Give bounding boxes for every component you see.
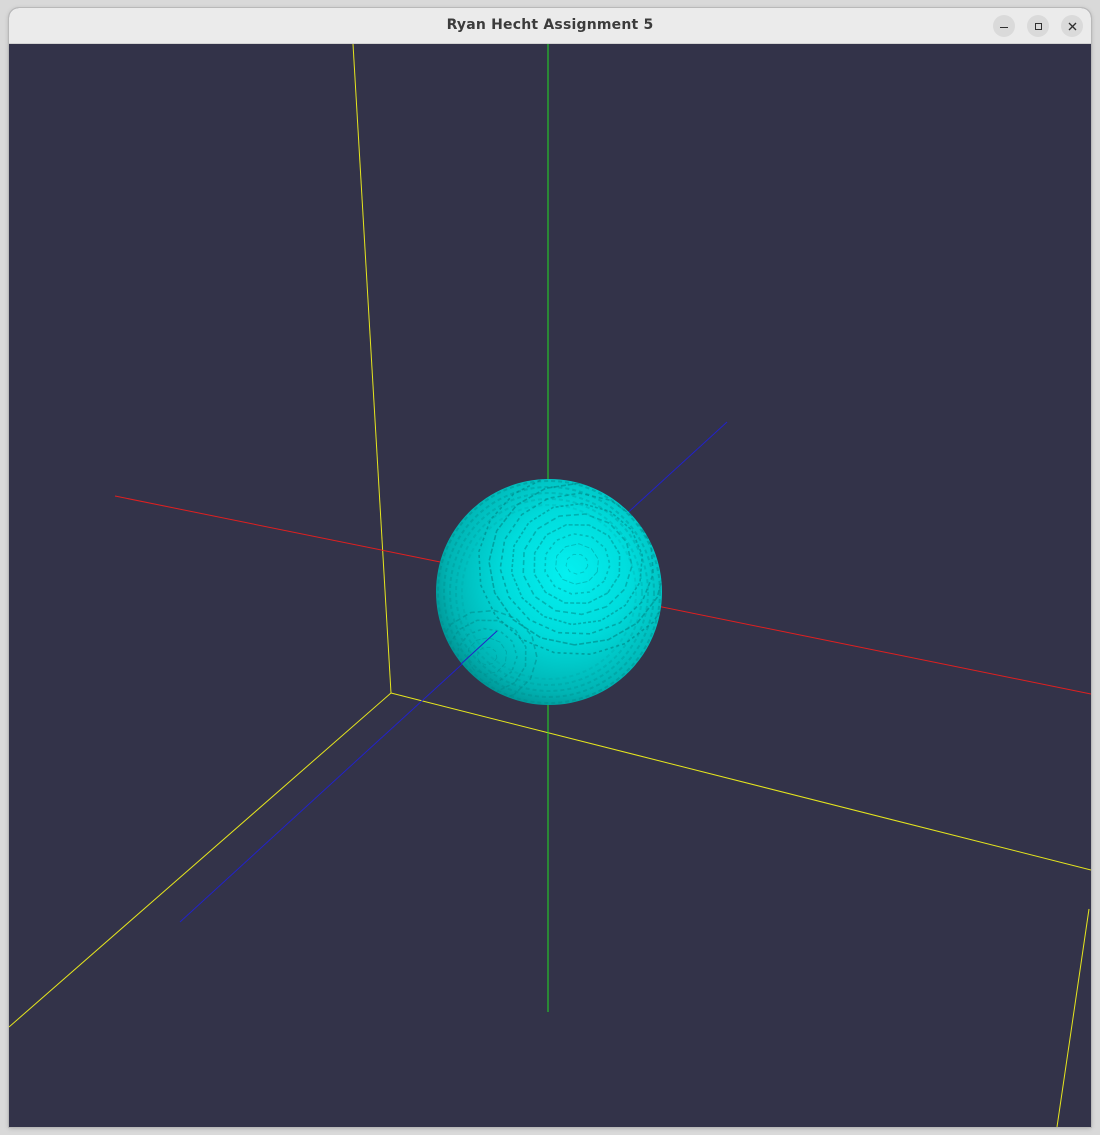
app-window: Ryan Hecht Assignment 5	[9, 8, 1091, 1127]
maximize-button[interactable]	[1027, 15, 1049, 37]
scene-canvas	[9, 44, 1091, 1127]
title-bar[interactable]: Ryan Hecht Assignment 5	[9, 8, 1091, 44]
close-icon	[1068, 22, 1076, 30]
maximize-icon	[1034, 22, 1042, 30]
minimize-button[interactable]	[993, 15, 1015, 37]
box-edge-front	[9, 692, 392, 1028]
cyan-sphere	[436, 479, 662, 705]
close-button[interactable]	[1061, 15, 1083, 37]
box-edge-bottom-right	[390, 692, 1091, 871]
box-edge-vertical-left	[352, 44, 392, 694]
window-title: Ryan Hecht Assignment 5	[446, 17, 654, 33]
z-axis-line	[179, 421, 728, 923]
minimize-icon	[1000, 27, 1008, 28]
box-edge-vertical-right	[1056, 908, 1090, 1127]
opengl-viewport[interactable]	[9, 44, 1091, 1127]
